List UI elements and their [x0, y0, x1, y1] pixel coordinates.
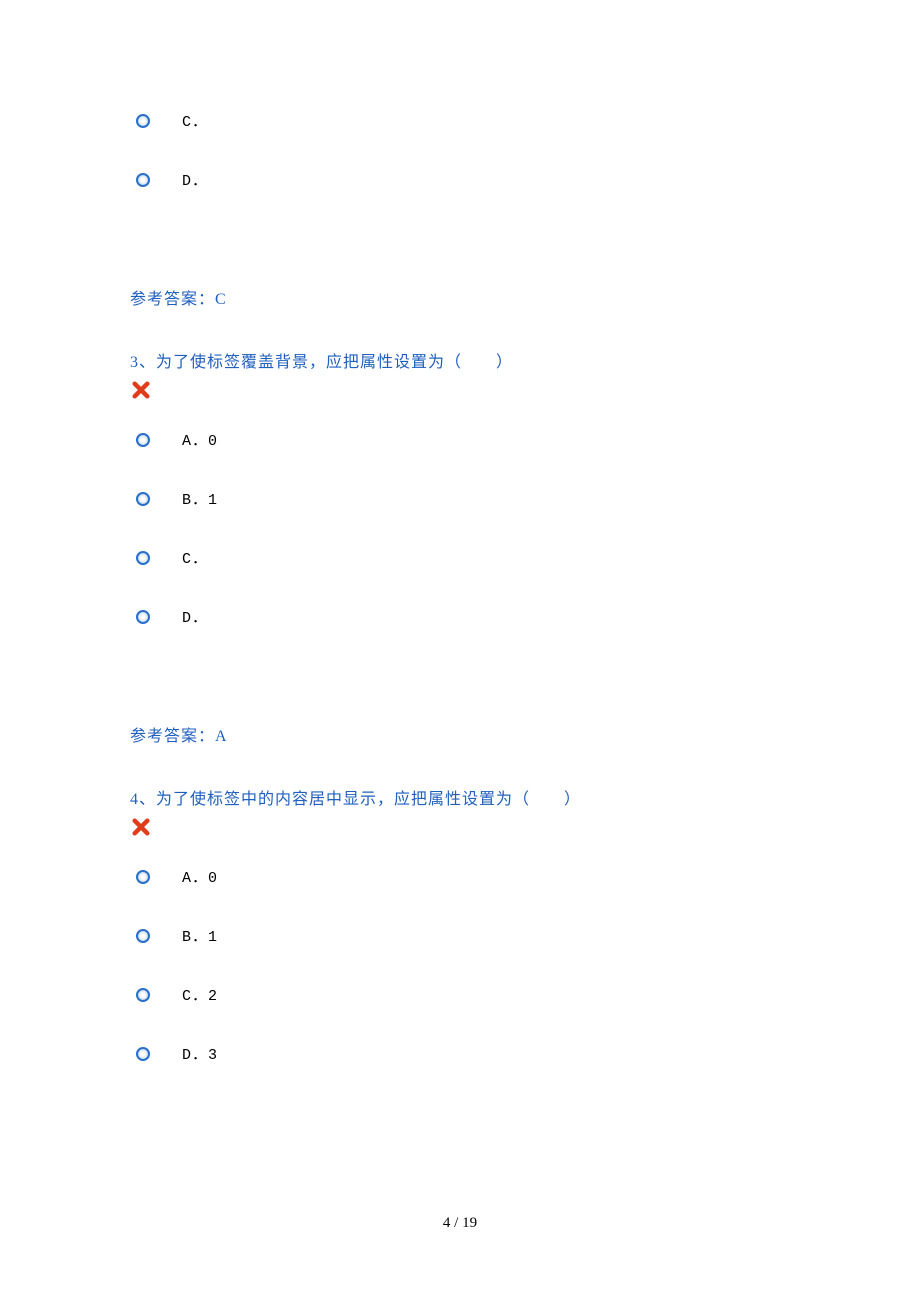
- radio-icon[interactable]: [136, 173, 150, 187]
- radio-icon[interactable]: [136, 551, 150, 565]
- radio-icon[interactable]: [136, 114, 150, 128]
- radio-icon[interactable]: [136, 492, 150, 506]
- question-body: 为了使标签中的内容居中显示，应把属性设置为（ ）: [156, 791, 581, 808]
- question-body: 为了使标签覆盖背景，应把属性设置为（ ）: [156, 354, 513, 371]
- question-number: 4、: [130, 791, 156, 808]
- option-row: B．1: [132, 488, 790, 509]
- option-label: B．1: [182, 488, 218, 509]
- question-4-options: A．0 B．1 C．2 D．3: [132, 866, 790, 1064]
- page-footer: 4 / 19: [0, 1215, 920, 1232]
- radio-icon[interactable]: [136, 433, 150, 447]
- wrong-mark-icon: [132, 381, 790, 399]
- answer-block: 参考答案：A: [130, 722, 790, 746]
- radio-icon[interactable]: [136, 870, 150, 884]
- option-row: D．: [132, 606, 790, 627]
- option-row: C．2: [132, 984, 790, 1005]
- option-row: A．0: [132, 866, 790, 887]
- wrong-mark-icon: [132, 818, 790, 836]
- option-label: A．0: [182, 866, 218, 887]
- option-row: D．3: [132, 1043, 790, 1064]
- question-text: 3、为了使标签覆盖背景，应把属性设置为（ ）: [130, 351, 790, 375]
- option-row: C．: [132, 547, 790, 568]
- option-label: D．3: [182, 1043, 218, 1064]
- answer-block: 参考答案：C: [130, 285, 790, 309]
- prev-question-options: C． D．: [132, 110, 790, 190]
- option-row: D．: [132, 169, 790, 190]
- answer-value: C: [215, 291, 227, 308]
- page-total: 19: [462, 1215, 477, 1231]
- answer-label: 参考答案：: [130, 728, 215, 745]
- question-text: 4、为了使标签中的内容居中显示，应把属性设置为（ ）: [130, 788, 790, 812]
- option-row: A．0: [132, 429, 790, 450]
- answer-value: A: [215, 728, 228, 745]
- option-row: C．: [132, 110, 790, 131]
- question-3-options: A．0 B．1 C． D．: [132, 429, 790, 627]
- option-label: D．: [182, 169, 208, 190]
- option-label: C．: [182, 110, 208, 131]
- option-label: D．: [182, 606, 208, 627]
- question-4: 4、为了使标签中的内容居中显示，应把属性设置为（ ） A．0 B．1 C．2: [130, 788, 790, 1064]
- option-row: B．1: [132, 925, 790, 946]
- radio-icon[interactable]: [136, 1047, 150, 1061]
- radio-icon[interactable]: [136, 988, 150, 1002]
- radio-icon[interactable]: [136, 929, 150, 943]
- document-page: C． D． 参考答案：C 3、为了使标签覆盖背景，应把属性设置为（ ） A．0 …: [0, 0, 920, 1064]
- question-number: 3、: [130, 354, 156, 371]
- radio-icon[interactable]: [136, 610, 150, 624]
- question-3: 3、为了使标签覆盖背景，应把属性设置为（ ） A．0 B．1 C． D．: [130, 351, 790, 627]
- option-label: A．0: [182, 429, 218, 450]
- option-label: C．2: [182, 984, 218, 1005]
- answer-label: 参考答案：: [130, 291, 215, 308]
- option-label: B．1: [182, 925, 218, 946]
- option-label: C．: [182, 547, 208, 568]
- page-separator: /: [450, 1215, 462, 1231]
